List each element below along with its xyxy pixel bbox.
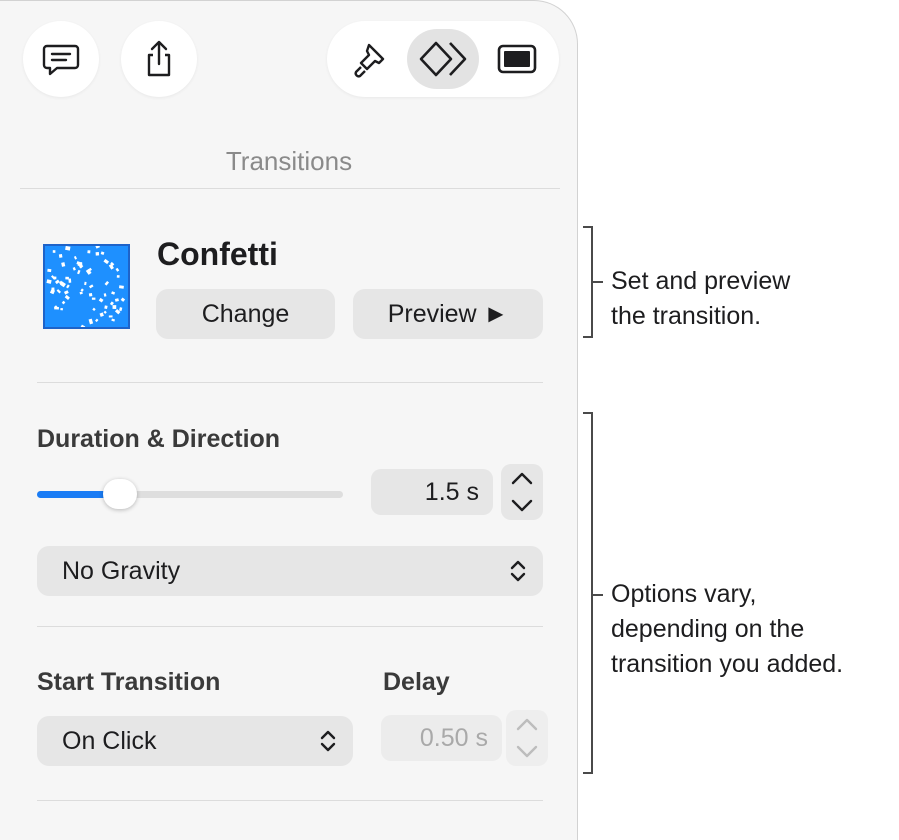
chevron-up-icon: [511, 472, 533, 485]
direction-popup-value: No Gravity: [62, 556, 181, 585]
preview-button[interactable]: Preview ►: [353, 289, 543, 339]
delay-stepper: [506, 710, 548, 766]
confetti-piece: [68, 278, 72, 283]
duration-label: Duration & Direction: [37, 425, 281, 453]
paintbrush-icon: [354, 43, 385, 78]
confetti-piece: [60, 307, 64, 311]
duration-slider-knob[interactable]: [102, 479, 137, 509]
delay-increment: [506, 710, 548, 738]
callout-top: Set and preview the transition.: [611, 264, 790, 334]
confetti-piece: [118, 285, 124, 289]
direction-popup[interactable]: No Gravity: [37, 546, 543, 596]
callout-bottom-line-2: depending on the: [611, 615, 805, 643]
share-button[interactable]: [121, 21, 197, 97]
confetti-thumbnail-icon: [45, 246, 128, 327]
confetti-piece: [58, 254, 63, 258]
confetti-piece: [116, 275, 120, 278]
chevron-down-icon: [511, 499, 533, 512]
confetti-piece: [52, 250, 56, 253]
transition-diamonds-icon: [419, 41, 467, 77]
confetti-piece: [87, 250, 91, 254]
start-transition-popup[interactable]: On Click: [37, 716, 353, 766]
updown-chevron-icon: [510, 560, 526, 582]
animate-tab[interactable]: [407, 29, 479, 89]
delay-field: 0.50 s: [381, 715, 502, 761]
confetti-piece: [91, 297, 96, 300]
section-divider-3: [37, 800, 543, 801]
comment-icon: [42, 44, 80, 76]
callout-bottom-line-1: Options vary,: [611, 580, 757, 608]
document-tab[interactable]: [481, 29, 553, 89]
transition-thumbnail[interactable]: [43, 244, 130, 329]
confetti-piece: [54, 306, 59, 310]
duration-slider[interactable]: [37, 491, 343, 498]
comment-button[interactable]: [23, 21, 99, 97]
duration-decrement[interactable]: [501, 492, 543, 520]
delay-decrement: [506, 738, 548, 766]
confetti-piece: [95, 252, 100, 256]
confetti-piece: [47, 268, 52, 273]
updown-chevron-icon: [320, 730, 336, 752]
section-divider-1: [37, 382, 543, 383]
confetti-piece: [65, 246, 71, 251]
section-divider-2: [37, 626, 543, 627]
title-divider: [20, 188, 560, 189]
duration-increment[interactable]: [501, 464, 543, 492]
confetti-piece: [88, 293, 93, 297]
chevron-down-icon: [516, 745, 538, 758]
start-transition-value: On Click: [62, 726, 157, 755]
format-tab[interactable]: [333, 29, 405, 89]
slide-layout-icon: [497, 44, 537, 74]
change-button[interactable]: Change: [156, 289, 335, 339]
delay-label: Delay: [383, 668, 450, 696]
callout-bottom: Options vary, depending on the transitio…: [611, 577, 843, 682]
duration-field[interactable]: 1.5 s: [371, 469, 493, 515]
callout-bracket-bottom: [583, 412, 593, 774]
panel-title: Transitions: [225, 146, 353, 176]
callout-leader-top: [593, 281, 603, 283]
start-transition-label: Start Transition: [37, 668, 221, 696]
callout-bottom-line-3: transition you added.: [611, 650, 844, 678]
confetti-piece: [112, 305, 117, 309]
confetti-piece: [108, 315, 113, 318]
transition-name: Confetti: [157, 236, 278, 272]
confetti-piece: [65, 276, 69, 280]
chevron-up-icon: [516, 718, 538, 731]
confetti-piece: [104, 305, 108, 310]
inspector-panel: Transitions Confetti Change Preview ► Du…: [0, 0, 578, 840]
inspector-tab-group: [327, 21, 559, 97]
duration-stepper[interactable]: [501, 464, 543, 520]
callout-top-line-2: the transition.: [611, 302, 762, 330]
callout-leader-bottom: [593, 594, 603, 596]
share-icon: [147, 40, 171, 77]
callout-top-line-1: Set and preview: [611, 267, 791, 295]
callout-bracket-top: [583, 226, 593, 338]
